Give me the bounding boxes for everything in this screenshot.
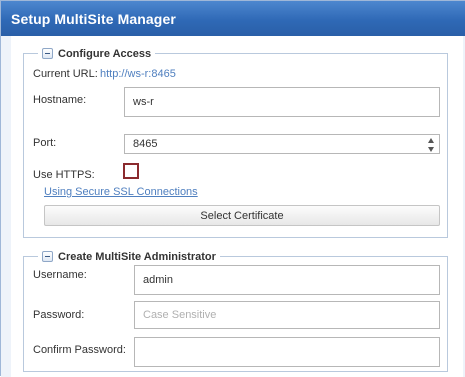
username-label: Username: <box>33 269 87 281</box>
current-url-label: Current URL: <box>33 68 98 80</box>
hostname-input[interactable]: ws-r <box>124 87 440 117</box>
window-title: Setup MultiSite Manager <box>1 1 465 36</box>
use-https-checkbox[interactable] <box>123 163 139 179</box>
password-label: Password: <box>33 309 85 321</box>
configure-access-title: Configure Access <box>58 47 152 60</box>
configure-access-section: Configure Access Current URL: http://ws-… <box>23 46 448 238</box>
spin-up-icon[interactable] <box>428 138 434 143</box>
port-value: 8465 <box>133 138 158 150</box>
current-url-link[interactable]: http://ws-r:8465 <box>100 68 176 80</box>
spin-down-icon[interactable] <box>428 147 434 152</box>
select-certificate-button[interactable]: Select Certificate <box>44 205 440 226</box>
configure-access-legend: Configure Access <box>38 46 156 61</box>
confirm-password-field[interactable] <box>134 337 440 367</box>
collapse-icon[interactable] <box>42 48 53 59</box>
username-input[interactable]: admin <box>134 265 440 295</box>
use-https-label: Use HTTPS: <box>33 169 95 181</box>
setup-multisite-manager-window: Setup MultiSite Manager Configure Access… <box>0 0 465 377</box>
port-spinner[interactable] <box>427 138 436 152</box>
create-admin-section: Create MultiSite Administrator Username:… <box>23 249 448 372</box>
port-stepper[interactable]: 8465 <box>124 134 440 154</box>
hostname-label: Hostname: <box>33 94 87 106</box>
port-label: Port: <box>33 137 57 149</box>
confirm-password-label: Confirm Password: <box>33 344 126 356</box>
collapse-icon[interactable] <box>42 251 53 262</box>
create-admin-legend: Create MultiSite Administrator <box>38 249 220 264</box>
password-field[interactable]: Case Sensitive <box>134 301 440 329</box>
create-admin-title: Create MultiSite Administrator <box>58 250 216 263</box>
ssl-connections-link[interactable]: Using Secure SSL Connections <box>44 186 198 198</box>
